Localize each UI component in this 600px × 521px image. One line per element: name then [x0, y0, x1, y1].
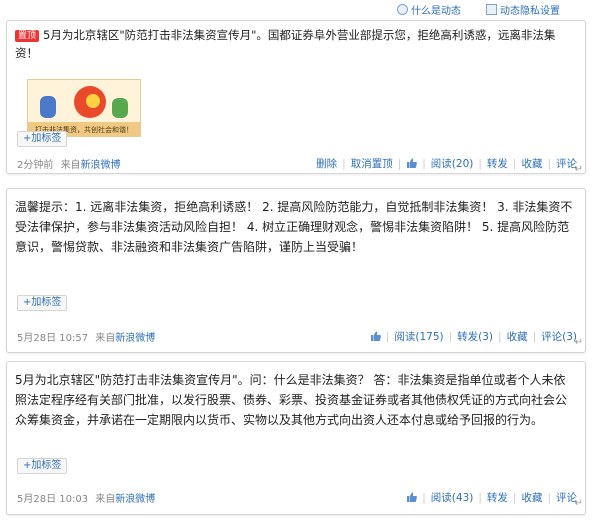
top-bar: 什么是动态 动态隐私设置 [0, 0, 600, 18]
post-meta: 2分钟前 来自新浪微博 [17, 156, 121, 171]
post-body: 5月为北京辖区"防范打击非法集资宣传月"。问：什么是非法集资？ 答：非法集资是指… [15, 373, 568, 427]
read-count-link[interactable]: 阅读(175) [394, 331, 443, 343]
comment-link[interactable]: 评论(3) [541, 331, 577, 343]
source-link[interactable]: 新浪微博 [115, 494, 155, 505]
add-tag-button[interactable]: +加标签 [17, 131, 68, 147]
separator: | [478, 158, 482, 170]
post-meta: 5月28日 10:03 来自新浪微博 [17, 490, 155, 505]
read-count-link[interactable]: 阅读(43) [431, 492, 474, 504]
feed-item: 5月为北京辖区"防范打击非法集资宣传月"。问：什么是非法集资？ 答：非法集资是指… [6, 361, 586, 515]
source-link[interactable]: 新浪微博 [81, 160, 121, 171]
whats-new-label: 什么是动态 [411, 6, 461, 17]
post-body: 温馨提示：1. 远离非法集资，拒绝高利诱惑！ 2. 提高风险防范能力，自觉抵制非… [15, 200, 573, 254]
delete-link[interactable]: 删除 [316, 158, 337, 170]
add-tag-button[interactable]: +加标签 [17, 295, 68, 311]
privacy-settings-label: 动态隐私设置 [500, 6, 560, 17]
separator: | [532, 331, 537, 343]
separator: | [547, 492, 551, 504]
unpin-link[interactable]: 取消置顶 [351, 158, 393, 170]
separator: | [448, 331, 453, 343]
separator: | [547, 158, 551, 170]
post-body: 5月为北京辖区"防范打击非法集资宣传月"。国都证券阜外营业部提示您，拒绝高利诱惑… [15, 28, 556, 60]
separator: | [478, 492, 482, 504]
settings-icon [486, 4, 497, 15]
return-arrow-icon: ↵ [574, 337, 583, 348]
post-actions: | 阅读(175) | 转发(3) | 收藏 | 评论(3) [370, 329, 577, 344]
feed-item: 温馨提示：1. 远离非法集资，拒绝高利诱惑！ 2. 提高风险防范能力，自觉抵制非… [6, 188, 586, 353]
help-circle-icon [397, 4, 408, 15]
whats-new-link[interactable]: 什么是动态 [397, 2, 461, 17]
favorite-link[interactable]: 收藏 [521, 158, 542, 170]
post-image[interactable]: 打击非法集资，共创社会和谐！ [27, 79, 141, 137]
source-prefix: 来自 [60, 160, 81, 171]
feed-item: 置顶 5月为北京辖区"防范打击非法集资宣传月"。国都证券阜外营业部提示您，拒绝高利… [6, 20, 586, 175]
separator: | [342, 158, 346, 170]
image-figure-yellow [86, 94, 100, 108]
separator: | [385, 331, 390, 343]
repost-link[interactable]: 转发 [487, 158, 508, 170]
separator: | [498, 331, 502, 343]
repost-link[interactable]: 转发(3) [457, 331, 493, 343]
source-link[interactable]: 新浪微博 [115, 333, 155, 344]
post-time[interactable]: 5月28日 10:03 [17, 494, 88, 505]
thumbs-up-icon[interactable] [406, 158, 418, 168]
source-prefix: 来自 [95, 333, 116, 344]
favorite-link[interactable]: 收藏 [521, 492, 542, 504]
image-figure-blue [40, 96, 56, 118]
post-actions: 删除 | 取消置顶 | | 阅读(20) | 转发 | 收藏 | 评论 [316, 156, 577, 171]
post-time[interactable]: 2分钟前 [17, 160, 53, 171]
post-text: 置顶 5月为北京辖区"防范打击非法集资宣传月"。国都证券阜外营业部提示您，拒绝高利… [15, 26, 577, 62]
post-time[interactable]: 5月28日 10:57 [17, 333, 88, 344]
separator: | [397, 158, 402, 170]
separator: | [422, 492, 426, 504]
post-actions: | 阅读(43) | 转发 | 收藏 | 评论 [406, 490, 577, 505]
pinned-badge: 置顶 [15, 30, 40, 42]
image-figure-green [112, 98, 128, 118]
separator: | [512, 492, 517, 504]
post-meta: 5月28日 10:57 来自新浪微博 [17, 329, 155, 344]
return-arrow-icon: ↵ [574, 498, 583, 509]
privacy-settings-link[interactable]: 动态隐私设置 [486, 2, 560, 17]
add-tag-button[interactable]: +加标签 [17, 458, 68, 474]
source-prefix: 来自 [95, 494, 116, 505]
thumbs-up-icon[interactable] [406, 492, 418, 502]
separator: | [512, 158, 517, 170]
separator: | [422, 158, 426, 170]
repost-link[interactable]: 转发 [487, 492, 508, 504]
favorite-link[interactable]: 收藏 [507, 331, 528, 343]
thumbs-up-icon[interactable] [370, 331, 381, 341]
return-arrow-icon: ↵ [574, 164, 583, 175]
read-count-link[interactable]: 阅读(20) [431, 158, 474, 170]
